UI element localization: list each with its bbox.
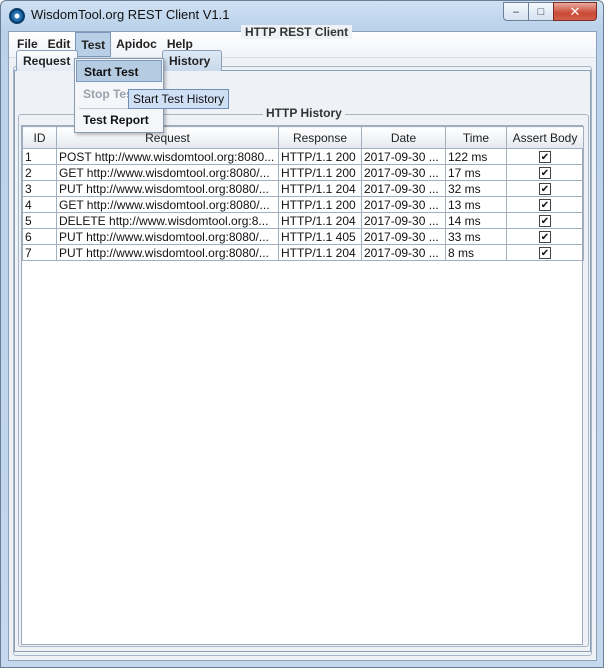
tab-history[interactable]: History bbox=[162, 50, 222, 71]
close-icon: ✕ bbox=[569, 3, 581, 19]
cell-response: HTTP/1.1 204 bbox=[278, 244, 362, 261]
cell-assert-body[interactable]: ✔ bbox=[506, 148, 584, 165]
app-window: WisdomTool.org REST Client V1.1 ‒ □ ✕ Fi… bbox=[0, 0, 604, 668]
tooltip: Start Test History bbox=[128, 89, 229, 109]
cell-date: 2017-09-30 ... bbox=[361, 180, 446, 197]
column-header-date[interactable]: Date bbox=[361, 126, 446, 149]
cell-response: HTTP/1.1 204 bbox=[278, 212, 362, 229]
cell-assert-body[interactable]: ✔ bbox=[506, 164, 584, 181]
cell-date: 2017-09-30 ... bbox=[361, 228, 446, 245]
main-panel-title: HTTP REST Client bbox=[241, 25, 353, 39]
menu-item-start-test[interactable]: Start Test bbox=[76, 60, 162, 82]
cell-id: 2 bbox=[22, 164, 57, 181]
cell-time: 33 ms bbox=[445, 228, 507, 245]
cell-id: 7 bbox=[22, 244, 57, 261]
checkmark-icon[interactable]: ✔ bbox=[539, 247, 551, 260]
table-row[interactable]: 2 GET http://www.wisdomtool.org:8080/...… bbox=[22, 164, 584, 181]
cell-request: GET http://www.wisdomtool.org:8080/... bbox=[56, 196, 279, 213]
cell-assert-body[interactable]: ✔ bbox=[506, 244, 584, 261]
cell-time: 8 ms bbox=[445, 244, 507, 261]
window-title: WisdomTool.org REST Client V1.1 bbox=[31, 7, 230, 22]
minimize-icon: ‒ bbox=[512, 5, 520, 18]
checkmark-icon[interactable]: ✔ bbox=[539, 151, 551, 164]
cell-assert-body[interactable]: ✔ bbox=[506, 180, 584, 197]
cell-response: HTTP/1.1 200 bbox=[278, 196, 362, 213]
cell-date: 2017-09-30 ... bbox=[361, 244, 446, 261]
cell-time: 13 ms bbox=[445, 196, 507, 213]
table-row[interactable]: 7 PUT http://www.wisdomtool.org:8080/...… bbox=[22, 244, 584, 261]
cell-time: 14 ms bbox=[445, 212, 507, 229]
maximize-button[interactable]: □ bbox=[528, 2, 554, 21]
cell-request: GET http://www.wisdomtool.org:8080/... bbox=[56, 164, 279, 181]
cell-assert-body[interactable]: ✔ bbox=[506, 228, 584, 245]
checkmark-icon[interactable]: ✔ bbox=[539, 183, 551, 196]
cell-date: 2017-09-30 ... bbox=[361, 196, 446, 213]
table-row[interactable]: 3 PUT http://www.wisdomtool.org:8080/...… bbox=[22, 180, 584, 197]
column-header-id[interactable]: ID bbox=[22, 126, 57, 149]
cell-request: PUT http://www.wisdomtool.org:8080/... bbox=[56, 228, 279, 245]
app-globe-icon[interactable] bbox=[9, 8, 25, 24]
history-group-title: HTTP History bbox=[263, 106, 345, 120]
cell-assert-body[interactable]: ✔ bbox=[506, 196, 584, 213]
cell-date: 2017-09-30 ... bbox=[361, 164, 446, 181]
cell-response: HTTP/1.1 200 bbox=[278, 148, 362, 165]
table-row[interactable]: 6 PUT http://www.wisdomtool.org:8080/...… bbox=[22, 228, 584, 245]
history-table: ID Request Response Date Time Assert Bod… bbox=[22, 126, 584, 261]
cell-request: PUT http://www.wisdomtool.org:8080/... bbox=[56, 180, 279, 197]
cell-response: HTTP/1.1 204 bbox=[278, 180, 362, 197]
tab-request[interactable]: Request bbox=[16, 50, 78, 71]
table-row[interactable]: 1 POST http://www.wisdomtool.org:8080...… bbox=[22, 148, 584, 165]
history-table-container[interactable]: ID Request Response Date Time Assert Bod… bbox=[21, 125, 584, 645]
menu-item-test-report[interactable]: Test Report bbox=[76, 109, 162, 131]
cell-response: HTTP/1.1 200 bbox=[278, 164, 362, 181]
checkmark-icon[interactable]: ✔ bbox=[539, 231, 551, 244]
cell-request: PUT http://www.wisdomtool.org:8080/... bbox=[56, 244, 279, 261]
checkmark-icon[interactable]: ✔ bbox=[539, 215, 551, 228]
table-row[interactable]: 4 GET http://www.wisdomtool.org:8080/...… bbox=[22, 196, 584, 213]
cell-id: 6 bbox=[22, 228, 57, 245]
cell-date: 2017-09-30 ... bbox=[361, 148, 446, 165]
cell-time: 122 ms bbox=[445, 148, 507, 165]
cell-id: 4 bbox=[22, 196, 57, 213]
column-header-assert-body[interactable]: Assert Body bbox=[506, 126, 584, 149]
cell-id: 1 bbox=[22, 148, 57, 165]
maximize-icon: □ bbox=[537, 5, 545, 18]
column-header-time[interactable]: Time bbox=[445, 126, 507, 149]
cell-response: HTTP/1.1 405 bbox=[278, 228, 362, 245]
cell-request: DELETE http://www.wisdomtool.org:8... bbox=[56, 212, 279, 229]
checkmark-icon[interactable]: ✔ bbox=[539, 199, 551, 212]
cell-assert-body[interactable]: ✔ bbox=[506, 212, 584, 229]
window-controls: ‒ □ ✕ bbox=[503, 2, 597, 21]
cell-request: POST http://www.wisdomtool.org:8080... bbox=[56, 148, 279, 165]
minimize-button[interactable]: ‒ bbox=[503, 2, 529, 21]
menu-test[interactable]: Test bbox=[75, 32, 112, 57]
cell-id: 5 bbox=[22, 212, 57, 229]
checkmark-icon[interactable]: ✔ bbox=[539, 167, 551, 180]
close-button[interactable]: ✕ bbox=[553, 2, 597, 21]
table-row[interactable]: 5 DELETE http://www.wisdomtool.org:8... … bbox=[22, 212, 584, 229]
cell-time: 32 ms bbox=[445, 180, 507, 197]
column-header-response[interactable]: Response bbox=[278, 126, 362, 149]
menu-apidoc[interactable]: Apidoc bbox=[111, 32, 162, 57]
cell-id: 3 bbox=[22, 180, 57, 197]
cell-date: 2017-09-30 ... bbox=[361, 212, 446, 229]
cell-time: 17 ms bbox=[445, 164, 507, 181]
